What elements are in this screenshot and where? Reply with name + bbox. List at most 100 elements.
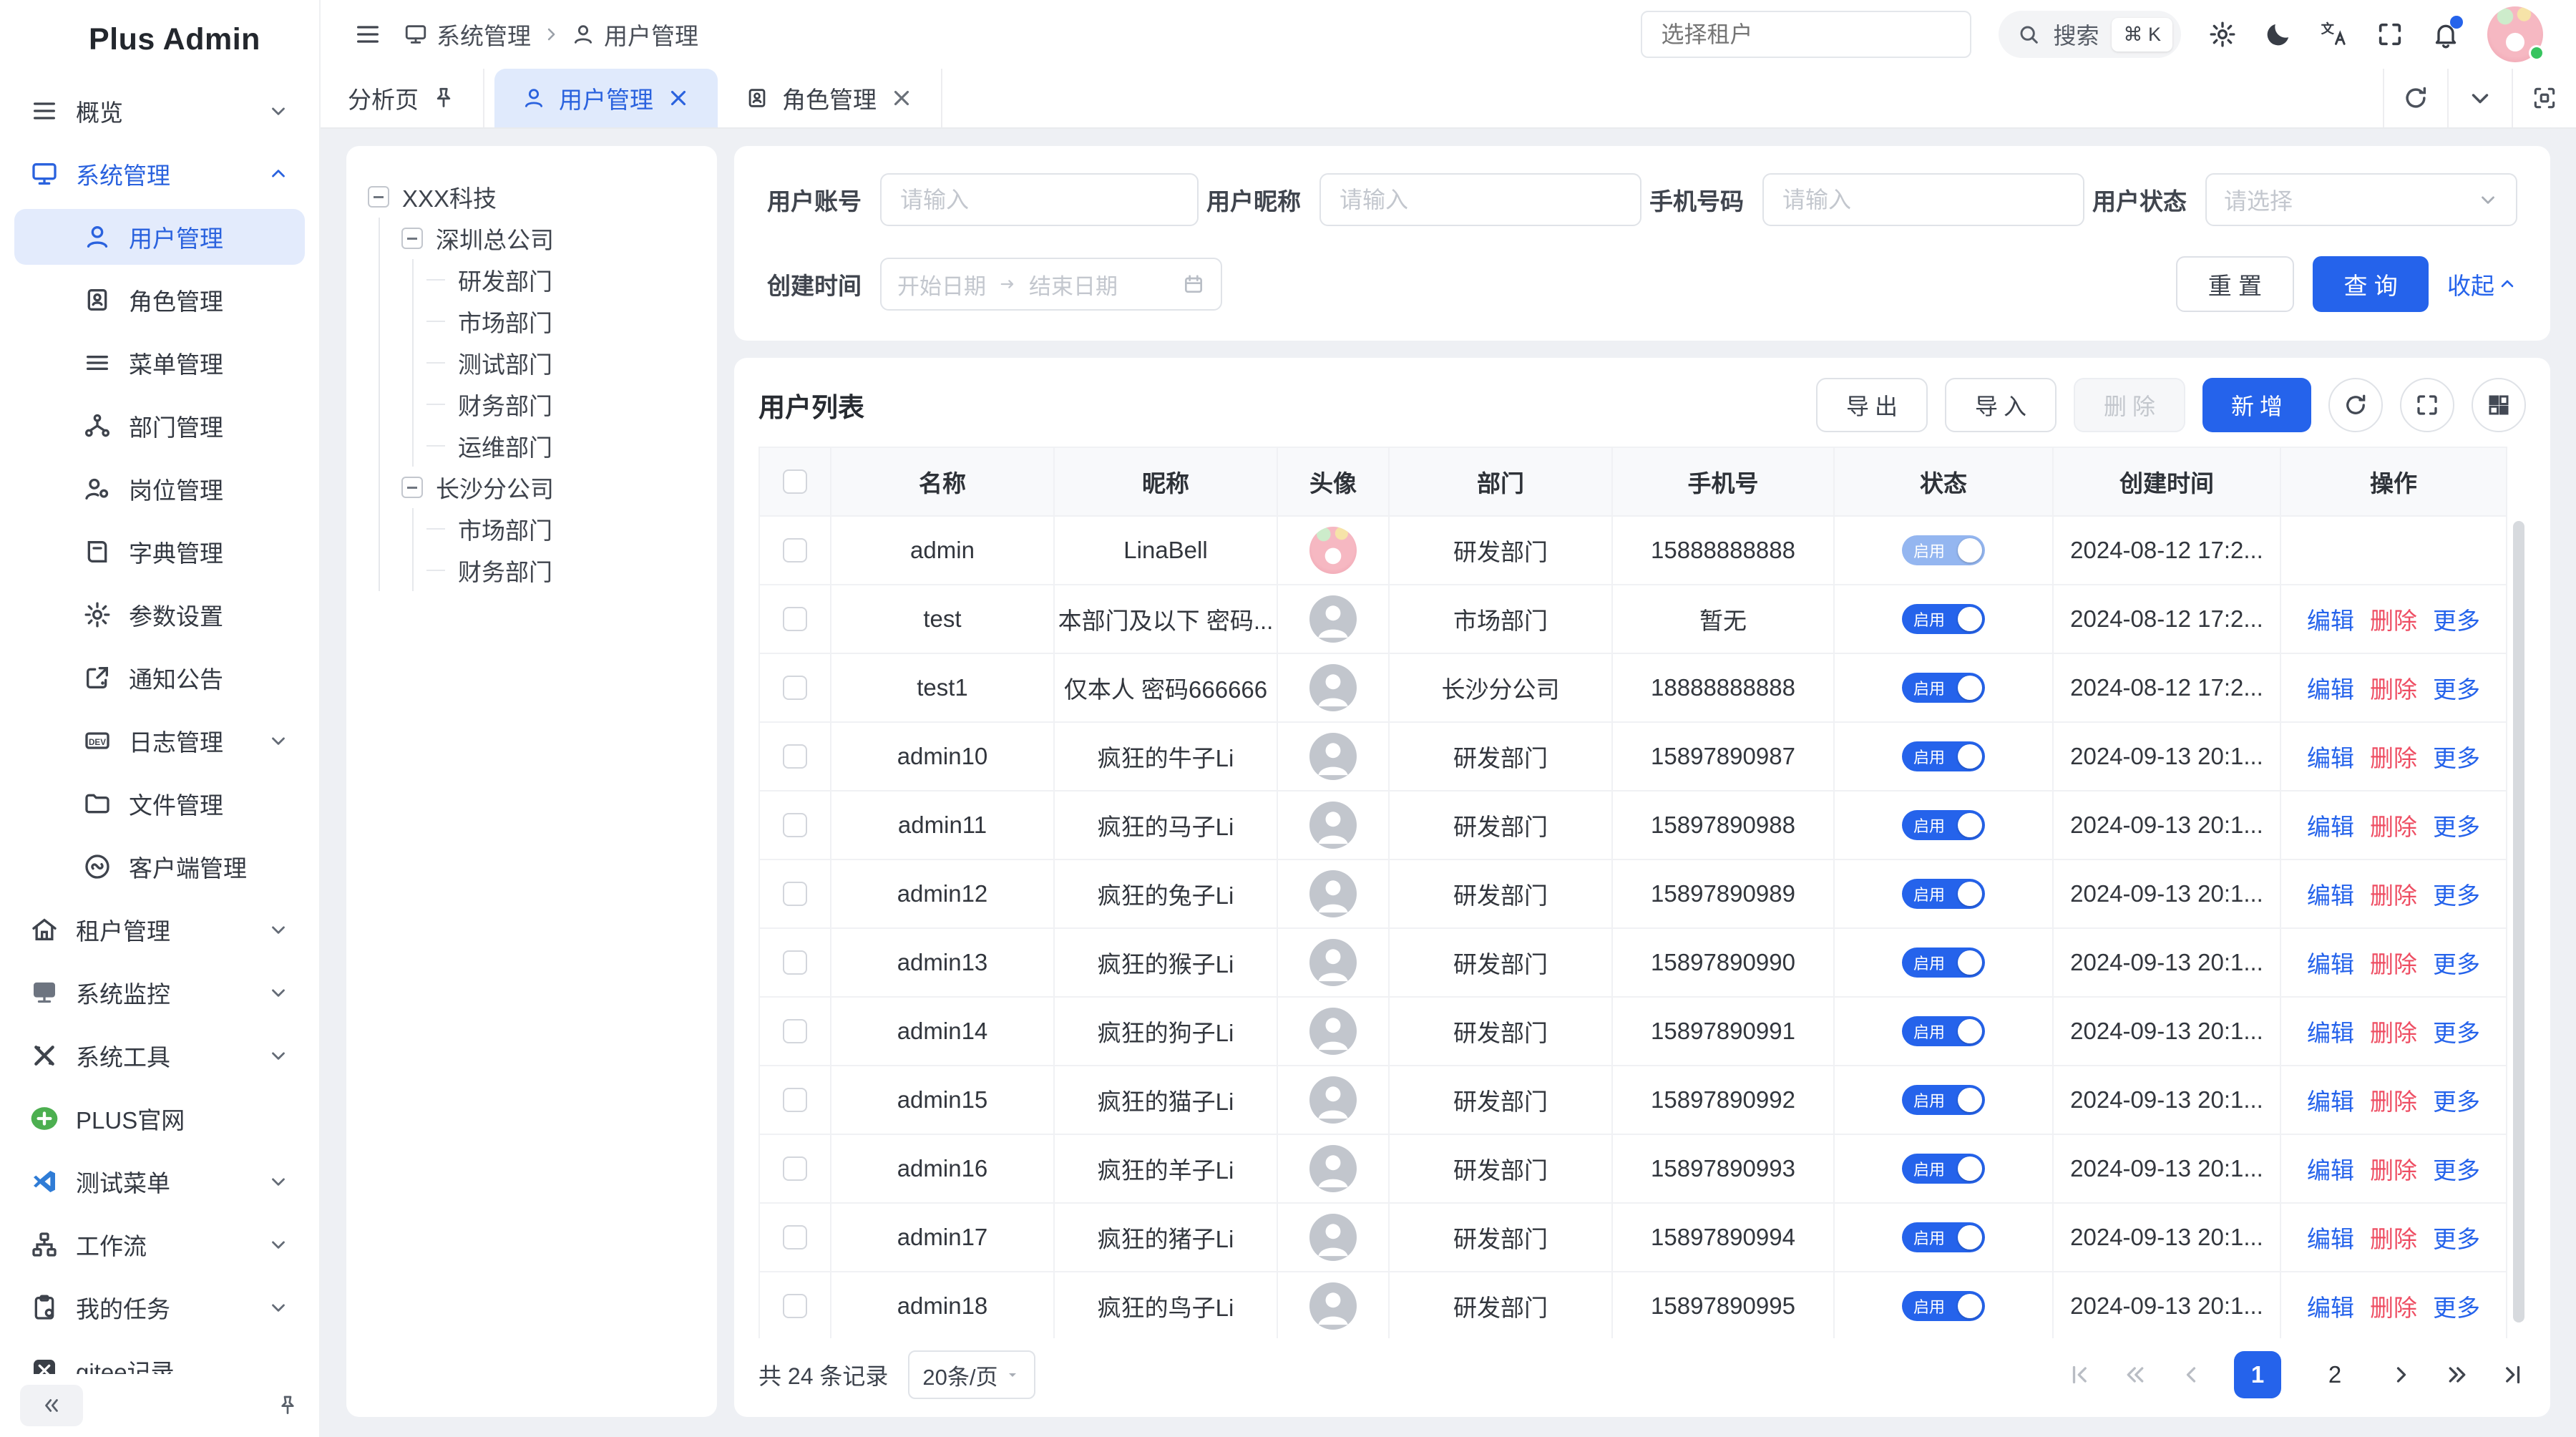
table-fullscreen-button[interactable] <box>2400 378 2454 432</box>
delete-link[interactable]: 删除 <box>2370 1289 2417 1323</box>
status-toggle[interactable]: 启用 <box>1902 948 1985 978</box>
sidebar-item-post-mgmt[interactable]: 岗位管理 <box>14 461 305 517</box>
phone-input[interactable] <box>1762 173 2084 226</box>
edit-link[interactable]: 编辑 <box>2307 945 2354 980</box>
tree-node-dept[interactable]: 财务部门 <box>426 550 696 591</box>
sidebar-item-client-mgmt[interactable]: 客户端管理 <box>14 839 305 895</box>
row-checkbox[interactable] <box>783 744 807 769</box>
edit-link[interactable]: 编辑 <box>2307 671 2354 705</box>
add-button[interactable]: 新增 <box>2202 378 2311 432</box>
first-page-icon[interactable] <box>2067 1362 2092 1388</box>
row-checkbox[interactable] <box>783 1294 807 1318</box>
tree-node-company[interactable]: XXX科技 <box>368 176 696 218</box>
more-link[interactable]: 更多 <box>2433 739 2480 774</box>
refresh-table-button[interactable] <box>2328 378 2383 432</box>
status-toggle[interactable]: 启用 <box>1902 741 1985 771</box>
tab-menu-button[interactable] <box>2447 69 2512 127</box>
settings-gear-icon[interactable] <box>2208 20 2237 49</box>
sidebar-item-workflow[interactable]: 工作流 <box>14 1217 305 1272</box>
collapse-filters-link[interactable]: 收起 <box>2447 267 2517 301</box>
more-link[interactable]: 更多 <box>2433 1220 2480 1255</box>
row-checkbox[interactable] <box>783 607 807 631</box>
delete-link[interactable]: 删除 <box>2370 739 2417 774</box>
account-input[interactable] <box>880 173 1199 226</box>
edit-link[interactable]: 编辑 <box>2307 877 2354 911</box>
delete-link[interactable]: 删除 <box>2370 945 2417 980</box>
date-range-picker[interactable]: 开始日期 结束日期 <box>880 258 1222 311</box>
edit-link[interactable]: 编辑 <box>2307 1220 2354 1255</box>
sidebar-item-dict-mgmt[interactable]: 字典管理 <box>14 524 305 580</box>
more-link[interactable]: 更多 <box>2433 1083 2480 1117</box>
tree-node-branch[interactable]: 长沙分公司 <box>401 467 696 508</box>
sidebar-pin-button[interactable] <box>276 1394 299 1417</box>
status-toggle[interactable]: 启用 <box>1902 810 1985 840</box>
status-toggle[interactable]: 启用 <box>1902 535 1985 565</box>
status-toggle[interactable]: 启用 <box>1902 879 1985 909</box>
tree-node-dept[interactable]: 财务部门 <box>426 384 696 425</box>
sidebar-item-log-mgmt[interactable]: 日志管理 <box>14 713 305 769</box>
status-toggle[interactable]: 启用 <box>1902 1291 1985 1321</box>
page-1-button[interactable]: 1 <box>2234 1351 2281 1398</box>
sidebar-item-overview[interactable]: 概览 <box>14 83 305 139</box>
status-toggle[interactable]: 启用 <box>1902 1016 1985 1046</box>
sidebar-item-param-settings[interactable]: 参数设置 <box>14 587 305 643</box>
status-toggle[interactable]: 启用 <box>1902 1085 1985 1115</box>
language-icon[interactable] <box>2320 20 2348 49</box>
sidebar-item-menu-mgmt[interactable]: 菜单管理 <box>14 335 305 391</box>
delete-link[interactable]: 删除 <box>2370 1220 2417 1255</box>
edit-link[interactable]: 编辑 <box>2307 1083 2354 1117</box>
sidebar-item-file-mgmt[interactable]: 文件管理 <box>14 776 305 832</box>
row-checkbox[interactable] <box>783 676 807 700</box>
edit-link[interactable]: 编辑 <box>2307 1289 2354 1323</box>
delete-link[interactable]: 删除 <box>2370 671 2417 705</box>
more-link[interactable]: 更多 <box>2433 671 2480 705</box>
delete-button[interactable]: 删除 <box>2074 378 2185 432</box>
back-5-pages-icon[interactable] <box>2122 1362 2148 1388</box>
sidebar-item-gitee[interactable]: gitee记录 <box>14 1343 305 1374</box>
tree-node-dept[interactable]: 市场部门 <box>426 301 696 342</box>
sidebar-item-my-tasks[interactable]: 我的任务 <box>14 1280 305 1335</box>
tree-node-dept[interactable]: 运维部门 <box>426 425 696 467</box>
select-all-checkbox[interactable] <box>783 469 807 494</box>
delete-link[interactable]: 删除 <box>2370 808 2417 842</box>
row-checkbox[interactable] <box>783 1088 807 1112</box>
last-page-icon[interactable] <box>2500 1362 2526 1388</box>
delete-link[interactable]: 删除 <box>2370 1083 2417 1117</box>
tree-collapse-icon[interactable] <box>401 228 423 249</box>
import-button[interactable]: 导入 <box>1945 378 2057 432</box>
refresh-tab-button[interactable] <box>2383 69 2447 127</box>
tab-analysis[interactable]: 分析页 <box>321 69 484 127</box>
fullscreen-icon[interactable] <box>2376 20 2404 49</box>
edit-link[interactable]: 编辑 <box>2307 808 2354 842</box>
sidebar-item-test-menu[interactable]: 测试菜单 <box>14 1154 305 1209</box>
pin-icon[interactable] <box>431 86 456 110</box>
more-link[interactable]: 更多 <box>2433 602 2480 636</box>
breadcrumb-system[interactable]: 系统管理 <box>404 17 531 52</box>
sidebar-item-notice[interactable]: 通知公告 <box>14 650 305 706</box>
close-icon[interactable] <box>889 86 914 110</box>
prev-page-icon[interactable] <box>2178 1362 2204 1388</box>
content-fullscreen-button[interactable] <box>2512 69 2576 127</box>
status-select[interactable]: 请选择 <box>2205 173 2517 226</box>
tree-node-dept[interactable]: 测试部门 <box>426 342 696 384</box>
sidebar-item-plus-site[interactable]: PLUS官网 <box>14 1091 305 1146</box>
more-link[interactable]: 更多 <box>2433 945 2480 980</box>
sidebar-item-dept-mgmt[interactable]: 部门管理 <box>14 398 305 454</box>
edit-link[interactable]: 编辑 <box>2307 602 2354 636</box>
tab-role-mgmt[interactable]: 角色管理 <box>718 69 942 127</box>
sidebar-item-tenant-mgmt[interactable]: 租户管理 <box>14 902 305 958</box>
tree-node-branch[interactable]: 深圳总公司 <box>401 218 696 259</box>
delete-link[interactable]: 删除 <box>2370 877 2417 911</box>
sidebar-item-role-mgmt[interactable]: 角色管理 <box>14 272 305 328</box>
hamburger-icon[interactable] <box>353 20 382 49</box>
edit-link[interactable]: 编辑 <box>2307 1151 2354 1186</box>
status-toggle[interactable]: 启用 <box>1902 1222 1985 1252</box>
search-button[interactable]: 查询 <box>2313 256 2429 312</box>
tree-collapse-icon[interactable] <box>368 186 389 208</box>
more-link[interactable]: 更多 <box>2433 1289 2480 1323</box>
sidebar-item-user-mgmt[interactable]: 用户管理 <box>14 209 305 265</box>
global-search-button[interactable]: 搜索 ⌘ K <box>1999 11 2181 58</box>
sidebar-item-tools[interactable]: 系统工具 <box>14 1028 305 1083</box>
more-link[interactable]: 更多 <box>2433 1151 2480 1186</box>
next-page-icon[interactable] <box>2389 1362 2414 1388</box>
